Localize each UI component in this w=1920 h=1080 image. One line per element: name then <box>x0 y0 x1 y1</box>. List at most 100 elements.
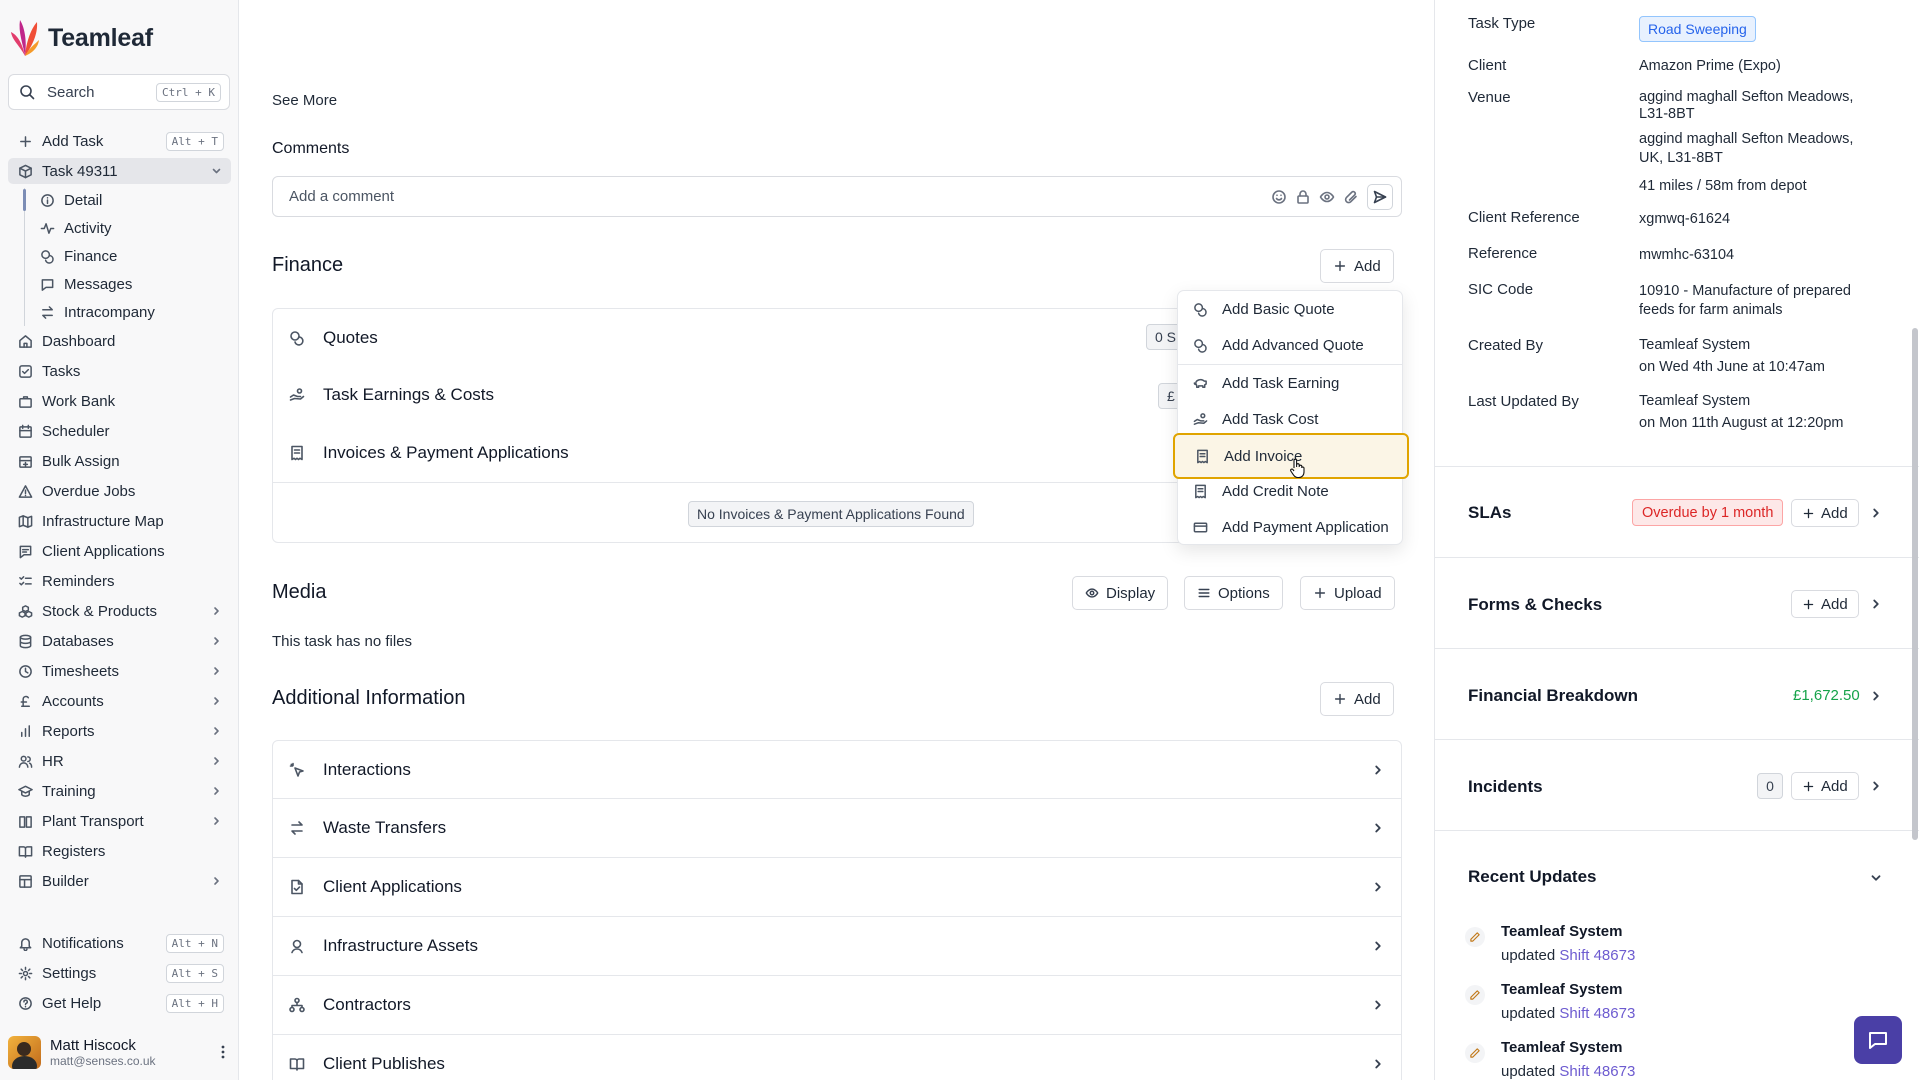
chevron-right-icon[interactable] <box>1869 506 1883 520</box>
sidebar-item-intracompany[interactable]: Intracompany <box>24 299 231 325</box>
media-options-button[interactable]: Options <box>1184 576 1283 610</box>
search-input[interactable]: Search Ctrl + K <box>8 74 230 110</box>
brand[interactable]: Teamleaf <box>10 18 153 58</box>
lock-icon[interactable] <box>1295 189 1311 205</box>
comment-input[interactable]: Add a comment <box>272 176 1402 217</box>
sidebar-item-plant-transport[interactable]: Plant Transport <box>8 808 231 834</box>
menu-item-add-task-earning[interactable]: Add Task Earning <box>1180 365 1402 401</box>
label: Stock & Products <box>42 602 158 620</box>
sidebar-item-client-applications[interactable]: Client Applications <box>8 538 231 564</box>
chevron-right-icon[interactable] <box>1869 779 1883 793</box>
sidebar-item-training[interactable]: Training <box>8 778 231 804</box>
chevron-down-icon[interactable] <box>1869 871 1883 885</box>
additional-row-infrastructure-assets[interactable]: Infrastructure Assets <box>272 917 1402 976</box>
see-more-link[interactable]: See More <box>272 92 337 109</box>
menu-item-add-payment-application[interactable]: Add Payment Application <box>1180 509 1402 545</box>
gear-icon <box>18 966 33 980</box>
sidebar-settings[interactable]: Settings Alt + S <box>8 960 231 986</box>
sidebar-item-stock-products[interactable]: Stock & Products <box>8 598 231 624</box>
sidebar-item-work-bank[interactable]: Work Bank <box>8 388 231 414</box>
user-profile[interactable]: Matt Hiscock matt@senses.co.uk <box>8 1032 231 1072</box>
plus-icon <box>20 135 31 147</box>
label: HR <box>42 752 64 770</box>
sidebar-get-help[interactable]: Get Help Alt + H <box>8 990 231 1016</box>
sidebar-item-activity[interactable]: Activity <box>24 215 231 241</box>
sidebar-item-overdue-jobs[interactable]: Overdue Jobs <box>8 478 231 504</box>
paperclip-icon[interactable] <box>1343 189 1359 205</box>
forms-checks-title: Forms & Checks <box>1468 595 1603 614</box>
more-vertical-icon[interactable] <box>215 1044 231 1060</box>
pencil-icon <box>1465 927 1485 947</box>
sidebar-item-reminders[interactable]: Reminders <box>8 568 231 594</box>
map-icon <box>18 514 33 528</box>
sidebar-item-dashboard[interactable]: Dashboard <box>8 328 231 354</box>
additional-row-client-applications[interactable]: Client Applications <box>272 858 1402 917</box>
sidebar-item-hr[interactable]: HR <box>8 748 231 774</box>
pound-icon <box>20 695 30 707</box>
sidebar-item-reports[interactable]: Reports <box>8 718 231 744</box>
label: Databases <box>42 632 114 650</box>
chat-button[interactable] <box>1854 1016 1902 1064</box>
chevron-right-icon <box>214 697 219 705</box>
sidebar-item-builder[interactable]: Builder <box>8 868 231 894</box>
sidebar-notifications[interactable]: Notifications Alt + N <box>8 930 231 956</box>
menu-item-add-basic-quote[interactable]: Add Basic Quote <box>1180 291 1402 327</box>
plus-icon <box>1803 599 1814 609</box>
sidebar-add-task[interactable]: Add Task Alt + T <box>8 128 231 154</box>
label: Contractors <box>323 995 411 1014</box>
label: Settings <box>42 964 97 982</box>
plus-icon <box>1334 693 1346 705</box>
label: Add <box>1821 595 1848 613</box>
label: Work Bank <box>42 392 116 410</box>
incidents-add-button[interactable]: Add <box>1791 772 1859 800</box>
client-value[interactable]: Amazon Prime (Expo) <box>1639 57 1879 76</box>
financial-breakdown-section[interactable]: Financial Breakdown £1,672.50 <box>1435 648 1919 739</box>
slas-add-button[interactable]: Add <box>1791 499 1859 527</box>
sidebar-task-49311[interactable]: Task 49311 <box>8 158 231 184</box>
shift-link[interactable]: Shift 48673 <box>1559 1063 1635 1080</box>
additional-row-interactions[interactable]: Interactions <box>272 740 1402 799</box>
chevron-right-icon[interactable] <box>1869 597 1883 611</box>
slas-section[interactable]: SLAs Overdue by 1 month Add <box>1435 466 1919 557</box>
sidebar-item-messages[interactable]: Messages <box>24 271 231 297</box>
eye-icon[interactable] <box>1319 189 1335 205</box>
finance-add-button[interactable]: Add <box>1320 249 1394 283</box>
forms-checks-section[interactable]: Forms & Checks Add <box>1435 557 1919 648</box>
sidebar-item-detail[interactable]: Detail <box>24 187 231 213</box>
forms-add-button[interactable]: Add <box>1791 590 1859 618</box>
chevron-down-icon[interactable] <box>209 165 224 177</box>
sidebar-item-finance[interactable]: Finance <box>24 243 231 269</box>
sidebar-item-infrastructure-map[interactable]: Infrastructure Map <box>8 508 231 534</box>
transfer-icon <box>291 821 303 835</box>
users-icon <box>18 755 33 768</box>
sidebar-item-accounts[interactable]: Accounts <box>8 688 231 714</box>
sidebar-item-tasks[interactable]: Tasks <box>8 358 231 384</box>
shift-link[interactable]: Shift 48673 <box>1559 1005 1635 1022</box>
additional-row-contractors[interactable]: Contractors <box>272 976 1402 1035</box>
chevron-right-icon[interactable] <box>1869 689 1883 703</box>
sidebar-item-databases[interactable]: Databases <box>8 628 231 654</box>
shift-link[interactable]: Shift 48673 <box>1559 947 1635 964</box>
menu-item-add-task-cost[interactable]: Add Task Cost <box>1180 401 1402 437</box>
incidents-section[interactable]: Incidents 0 Add <box>1435 739 1919 830</box>
sidebar-item-bulk-assign[interactable]: Bulk Assign <box>8 448 231 474</box>
media-upload-button[interactable]: Upload <box>1300 576 1395 610</box>
send-button[interactable] <box>1367 183 1393 210</box>
media-display-button[interactable]: Display <box>1072 576 1169 610</box>
comments-title: Comments <box>272 140 350 157</box>
update-action: updated <box>1501 1063 1556 1080</box>
additional-add-button[interactable]: Add <box>1320 682 1394 716</box>
task-details-panel: Task Type Road Sweeping Client Amazon Pr… <box>1434 0 1920 1080</box>
scrollbar[interactable] <box>1912 328 1918 840</box>
label: Timesheets <box>42 662 119 680</box>
chevron-right-icon <box>1375 1059 1381 1069</box>
sidebar-item-timesheets[interactable]: Timesheets <box>8 658 231 684</box>
label: Builder <box>42 872 89 890</box>
menu-item-add-advanced-quote[interactable]: Add Advanced Quote <box>1180 327 1402 363</box>
emoji-icon[interactable] <box>1271 189 1287 205</box>
message-icon <box>41 278 54 291</box>
additional-row-waste-transfers[interactable]: Waste Transfers <box>272 799 1402 858</box>
sidebar-item-scheduler[interactable]: Scheduler <box>8 418 231 444</box>
additional-row-client-publishes[interactable]: Client Publishes <box>272 1035 1402 1080</box>
sidebar-item-registers[interactable]: Registers <box>8 838 231 864</box>
